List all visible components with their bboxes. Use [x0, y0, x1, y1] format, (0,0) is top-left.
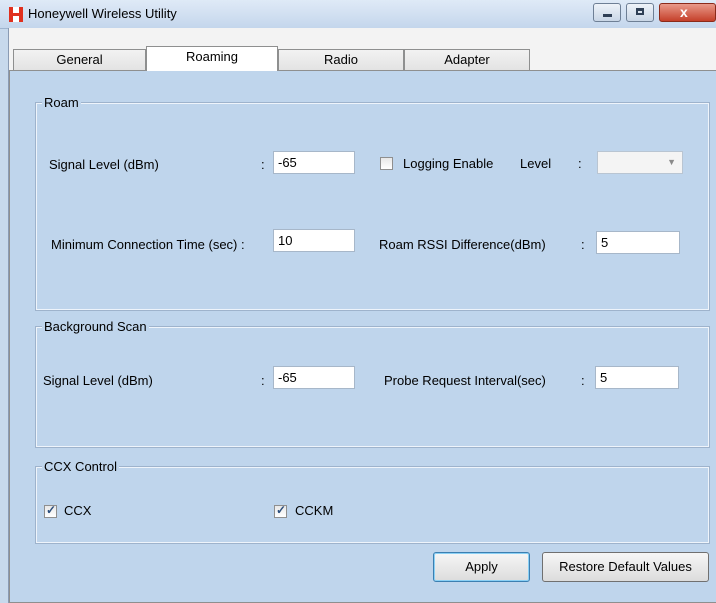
bg-signal-level-label: Signal Level (dBm) — [43, 373, 153, 388]
level-dropdown[interactable]: ▼ — [597, 151, 683, 174]
ccx-label: CCX — [64, 503, 92, 518]
logging-enable-checkbox[interactable] — [380, 157, 393, 170]
roam-rssi-difference-label: Roam RSSI Difference(dBm) — [379, 237, 546, 252]
restore-default-values-button[interactable]: Restore Default Values — [542, 552, 709, 582]
logging-enable-label: Logging Enable — [403, 156, 494, 171]
close-button[interactable]: x — [659, 3, 716, 22]
ccx-control-group: CCX Control ✓ CCX ✓ CCKM — [35, 459, 710, 544]
window-title: Honeywell Wireless Utility — [28, 6, 177, 21]
ccx-control-group-title: CCX Control — [42, 459, 119, 475]
level-label: Level — [520, 156, 552, 171]
probe-request-interval-input[interactable] — [595, 366, 679, 389]
roam-signal-level-label: Signal Level (dBm) — [49, 157, 159, 172]
close-icon: x — [680, 4, 688, 20]
honeywell-logo-icon — [9, 7, 23, 22]
checkmark-icon: ✓ — [46, 503, 57, 517]
ccx-checkbox[interactable]: ✓ — [44, 503, 57, 518]
minimize-button[interactable] — [593, 3, 621, 22]
level-colon: : — [578, 156, 582, 171]
roam-signal-level-colon: : — [261, 157, 265, 172]
tab-roaming[interactable]: Roaming — [146, 46, 278, 71]
client-area: General Roaming Radio Adapter Roam Signa… — [8, 28, 716, 603]
roam-rssi-difference-colon: : — [581, 237, 585, 252]
roam-signal-level-input[interactable] — [273, 151, 355, 174]
background-scan-group: Background Scan Signal Level (dBm) : Pro… — [35, 319, 710, 448]
title-bar[interactable]: Honeywell Wireless Utility x — [0, 0, 716, 29]
cckm-checkbox[interactable]: ✓ — [274, 503, 287, 518]
apply-button[interactable]: Apply — [433, 552, 530, 582]
chevron-down-icon: ▼ — [667, 157, 676, 167]
probe-request-interval-label: Probe Request Interval(sec) — [384, 373, 546, 388]
minimize-icon — [603, 14, 612, 17]
tab-general[interactable]: General — [13, 49, 146, 70]
min-connection-time-input[interactable] — [273, 229, 355, 252]
maximize-button[interactable] — [626, 3, 654, 22]
maximize-icon — [636, 8, 644, 15]
app-window: Honeywell Wireless Utility x General Roa… — [0, 0, 716, 603]
tab-adapter[interactable]: Adapter — [404, 49, 530, 70]
bg-signal-level-colon: : — [261, 373, 265, 388]
cckm-label: CCKM — [295, 503, 334, 518]
min-connection-time-label: Minimum Connection Time (sec) : — [51, 237, 245, 252]
roaming-panel: Roam Signal Level (dBm) : Logging Enable… — [9, 70, 716, 603]
roam-group: Roam Signal Level (dBm) : Logging Enable… — [35, 95, 710, 311]
probe-request-interval-colon: : — [581, 373, 585, 388]
tab-strip: General Roaming Radio Adapter — [11, 46, 711, 71]
roam-group-title: Roam — [42, 95, 81, 111]
checkmark-icon: ✓ — [276, 503, 287, 517]
tab-radio[interactable]: Radio — [278, 49, 404, 70]
roam-rssi-difference-input[interactable] — [596, 231, 680, 254]
background-scan-group-title: Background Scan — [42, 319, 149, 335]
bg-signal-level-input[interactable] — [273, 366, 355, 389]
